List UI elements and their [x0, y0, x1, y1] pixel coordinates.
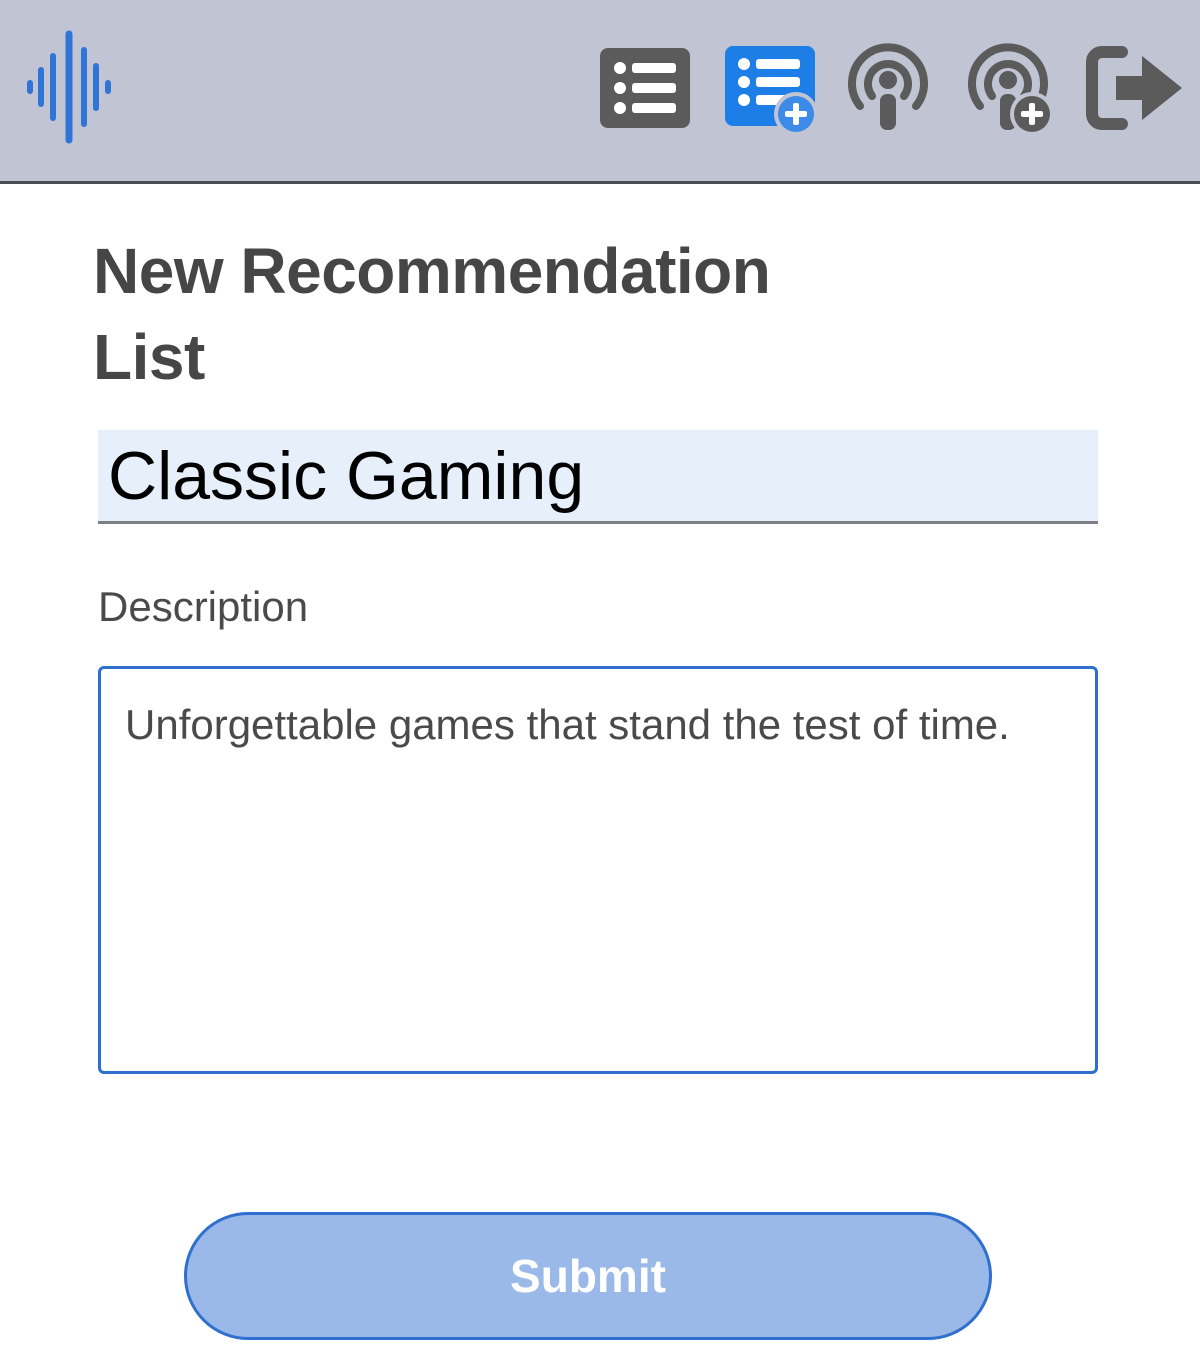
page-title: New Recommendation List	[93, 235, 771, 393]
podcast-add-icon	[968, 43, 1054, 136]
list-name-input[interactable]	[98, 430, 1098, 524]
nav-lists-button[interactable]	[596, 40, 696, 140]
audio-waveform-icon[interactable]	[22, 28, 116, 146]
list-add-icon	[725, 46, 818, 136]
description-textarea[interactable]: Unforgettable games that stand the test …	[98, 666, 1098, 1074]
sign-out-icon	[1086, 46, 1182, 130]
nav-podcasts-button[interactable]	[838, 40, 938, 140]
submit-button[interactable]: Submit	[184, 1212, 992, 1340]
podcast-icon	[848, 43, 928, 130]
nav-add-podcast-button[interactable]	[958, 40, 1058, 140]
top-navigation-bar	[0, 0, 1200, 184]
list-icon	[600, 48, 690, 128]
nav-new-list-button[interactable]	[722, 40, 822, 140]
description-label: Description	[98, 583, 309, 630]
nav-sign-out-button[interactable]	[1086, 40, 1186, 140]
